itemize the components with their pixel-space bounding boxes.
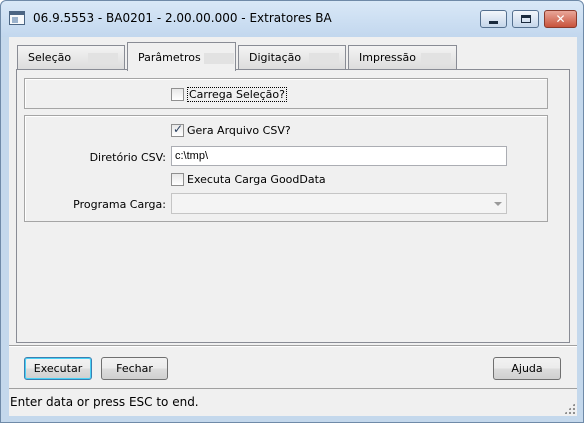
executa-carga-box[interactable] bbox=[171, 173, 184, 186]
tab-impressao[interactable]: Impressão bbox=[348, 45, 457, 69]
fechar-button[interactable]: Fechar bbox=[101, 357, 168, 380]
diretorio-csv-input[interactable] bbox=[171, 146, 507, 166]
tab-digitacao-label: Digitação bbox=[249, 51, 302, 64]
button-separator bbox=[9, 345, 577, 347]
tab-panel-parametros: Carrega Seleção? ✓ Gera Arquivo CSV? Dir… bbox=[16, 69, 570, 343]
minimize-button[interactable] bbox=[480, 10, 507, 28]
programa-carga-select[interactable] bbox=[171, 193, 507, 214]
tab-selecao-label: Seleção bbox=[28, 51, 72, 64]
tab-parametros[interactable]: Parâmetros bbox=[127, 42, 236, 71]
status-bar: Enter data or press ESC to end. bbox=[9, 388, 577, 416]
title-bar[interactable]: 06.9.5553 - BA0201 - 2.00.00.000 - Extra… bbox=[1, 1, 583, 37]
close-icon: ✕ bbox=[555, 12, 566, 26]
carrega-selecao-box[interactable] bbox=[171, 88, 184, 101]
main-window: 06.9.5553 - BA0201 - 2.00.00.000 - Extra… bbox=[0, 0, 584, 423]
tab-digitacao[interactable]: Digitação bbox=[238, 45, 346, 69]
resize-grip-icon[interactable] bbox=[564, 403, 575, 414]
executar-button[interactable]: Executar bbox=[24, 357, 92, 380]
checkmark-icon: ✓ bbox=[173, 122, 184, 136]
tab-selecao-swatch bbox=[88, 53, 118, 64]
tab-digitacao-swatch bbox=[309, 53, 339, 64]
tab-selecao[interactable]: Seleção bbox=[17, 45, 125, 69]
tab-impressao-label: Impressão bbox=[359, 51, 416, 64]
maximize-icon bbox=[520, 15, 531, 23]
client-area: Seleção Parâmetros Digitação Impressão C… bbox=[9, 37, 577, 416]
csv-group: ✓ Gera Arquivo CSV? Diretório CSV: Execu… bbox=[24, 115, 548, 222]
status-text: Enter data or press ESC to end. bbox=[10, 395, 199, 409]
minimize-icon bbox=[489, 20, 498, 24]
tab-impressao-swatch bbox=[421, 53, 451, 64]
selection-group: Carrega Seleção? bbox=[24, 78, 548, 109]
maximize-button[interactable] bbox=[512, 10, 539, 28]
ajuda-button[interactable]: Ajuda bbox=[493, 357, 561, 380]
window-title: 06.9.5553 - BA0201 - 2.00.00.000 - Extra… bbox=[33, 11, 332, 25]
carrega-selecao-checkbox[interactable]: Carrega Seleção? bbox=[171, 87, 287, 102]
programa-carga-label: Programa Carga: bbox=[73, 198, 166, 211]
diretorio-csv-label: Diretório CSV: bbox=[89, 151, 166, 164]
close-button[interactable]: ✕ bbox=[544, 10, 577, 28]
carrega-selecao-label: Carrega Seleção? bbox=[187, 87, 287, 102]
executa-carga-checkbox[interactable]: Executa Carga GoodData bbox=[171, 173, 326, 186]
app-window-icon[interactable] bbox=[9, 11, 25, 25]
gera-csv-checkbox[interactable]: ✓ Gera Arquivo CSV? bbox=[171, 122, 291, 137]
tab-parametros-swatch bbox=[204, 53, 234, 64]
gera-csv-box[interactable]: ✓ bbox=[171, 122, 184, 137]
tab-parametros-label: Parâmetros bbox=[138, 51, 201, 64]
chevron-down-icon[interactable] bbox=[494, 202, 502, 206]
gera-csv-label: Gera Arquivo CSV? bbox=[187, 124, 291, 137]
executa-carga-label: Executa Carga GoodData bbox=[187, 173, 326, 186]
